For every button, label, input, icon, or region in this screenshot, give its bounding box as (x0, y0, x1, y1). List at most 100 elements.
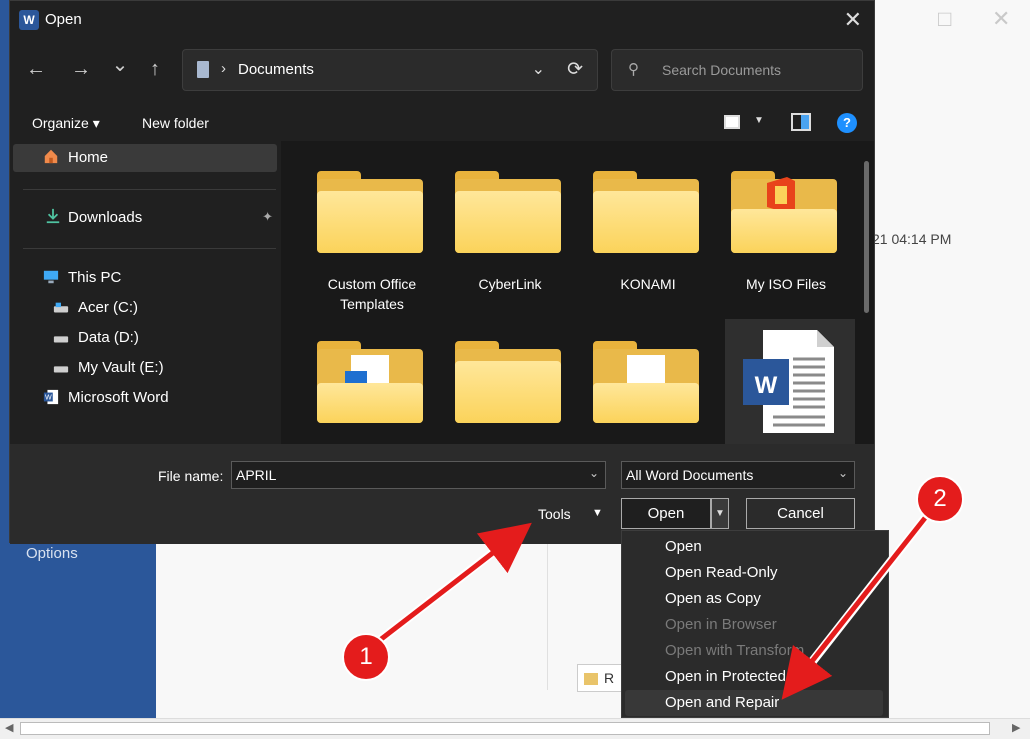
file-type-value: All Word Documents (626, 467, 754, 483)
menu-item-open-in-browser: Open in Browser (622, 612, 888, 638)
sidebar-item-label: Home (68, 149, 109, 166)
menu-item-label: Open and Repair (665, 694, 780, 711)
backstage-divider (547, 540, 548, 690)
open-dialog: W Open ✕ ← → ⌄ ↑ › Documents ⌄ ⟳ ⚲ Searc… (9, 0, 875, 544)
pc-icon (43, 270, 59, 284)
breadcrumb-documents[interactable]: Documents (238, 61, 314, 78)
sidebar-item-microsoft-word[interactable]: W Microsoft Word (13, 384, 277, 412)
open-split-dropdown-button[interactable]: ▼ (711, 498, 729, 529)
word-icon: W (43, 389, 59, 405)
pin-icon[interactable]: ✦ (262, 209, 273, 225)
menu-item-open[interactable]: Open (622, 534, 888, 560)
folder-label-line-1: Custom Office (327, 276, 417, 292)
menu-item-label: Open as Copy (665, 590, 761, 607)
folder-konami[interactable]: KONAMI (583, 141, 713, 311)
menu-item-label: Open in Browser (665, 616, 777, 633)
folder-custom-office-templates[interactable]: Custom Office Templates (307, 141, 437, 314)
file-name-input[interactable]: APRIL ⌄ (231, 461, 606, 489)
file-type-select[interactable]: All Word Documents ⌄ (621, 461, 855, 489)
folder-icon (455, 171, 561, 253)
close-icon[interactable]: ✕ (992, 6, 1010, 32)
folder-label: KONAMI (620, 276, 676, 292)
home-icon (44, 149, 58, 164)
file-name-value: APRIL (236, 467, 277, 483)
sidebar-item-this-pc[interactable]: This PC (13, 264, 277, 292)
folder-icon (731, 171, 837, 253)
menu-item-open-with-transform: Open with Transform (622, 638, 888, 664)
minimize-icon[interactable]: □ (938, 6, 951, 32)
dialog-titlebar: W Open ✕ (10, 1, 874, 39)
chevron-down-icon[interactable]: ⌄ (838, 466, 848, 480)
organize-button[interactable]: Organize ▾ (32, 115, 100, 132)
command-bar: Organize ▾ New folder ▼ ? (10, 101, 874, 141)
open-button[interactable]: Open (621, 498, 711, 529)
sidebar-item-label: Data (D:) (78, 329, 139, 346)
folder-icon (455, 341, 561, 423)
menu-item-open-and-repair[interactable]: Open and Repair (625, 690, 883, 716)
dialog-footer: File name: APRIL ⌄ All Word Documents ⌄ … (10, 444, 874, 544)
folder-my-iso-files[interactable]: My ISO Files (721, 141, 851, 311)
tools-caret-icon[interactable]: ▼ (592, 507, 603, 519)
up-button[interactable]: ↑ (143, 57, 167, 81)
horizontal-scrollbar[interactable]: ◀ ▶ (0, 718, 1030, 739)
recent-locations-button[interactable]: ⌄ (108, 53, 132, 77)
sidebar-item-home[interactable]: Home (13, 144, 277, 172)
menu-item-open-as-copy[interactable]: Open as Copy (622, 586, 888, 612)
preview-pane-icon[interactable] (791, 113, 811, 131)
svg-text:W: W (45, 394, 52, 402)
download-icon (46, 208, 60, 224)
word-app-icon: W (19, 10, 39, 30)
backstage-options-link[interactable]: Options (26, 545, 78, 562)
folder-label: CyberLink (478, 276, 542, 292)
sidebar-item-downloads[interactable]: Downloads ✦ (13, 204, 277, 232)
tools-button[interactable]: Tools (538, 506, 571, 522)
folder-cyberlink[interactable]: CyberLink (445, 141, 575, 311)
folder-icon (593, 171, 699, 253)
navigation-pane: Home Downloads ✦ This PC Acer (C:) Data … (10, 141, 281, 444)
sidebar-item-data-d[interactable]: Data (D:) (13, 324, 277, 352)
folder-icon (317, 171, 423, 253)
step-1-badge: 1 (342, 633, 390, 681)
new-folder-button[interactable]: New folder (142, 115, 209, 131)
word-document-april[interactable]: W (725, 319, 855, 444)
menu-item-open-read-only[interactable]: Open Read-Only (622, 560, 888, 586)
recover-button-label: R (604, 670, 615, 686)
menu-item-label: Open (665, 538, 702, 555)
refresh-icon[interactable]: ⟳ (567, 58, 583, 81)
chevron-down-icon[interactable]: ⌄ (589, 466, 599, 480)
search-box[interactable]: ⚲ Search Documents (611, 49, 863, 91)
menu-item-open-in-protected-view[interactable]: Open in Protected View (622, 664, 888, 690)
sidebar-item-acer-c[interactable]: Acer (C:) (13, 294, 277, 322)
vertical-scrollbar[interactable] (864, 161, 869, 313)
view-options-icon[interactable] (724, 115, 740, 129)
help-icon[interactable]: ? (837, 113, 857, 133)
cancel-button[interactable]: Cancel (746, 498, 855, 529)
drive-icon (53, 302, 69, 313)
scroll-right-icon[interactable]: ▶ (1012, 721, 1020, 734)
folder-label: Custom Office Templates (307, 274, 437, 314)
folder-documents-thumbnail[interactable] (307, 311, 437, 444)
sidebar-divider (23, 248, 276, 249)
sidebar-divider (23, 189, 276, 190)
folder-plain[interactable] (445, 311, 575, 444)
view-dropdown-icon[interactable]: ▼ (754, 115, 764, 126)
search-icon: ⚲ (628, 61, 639, 78)
recover-button[interactable]: R (577, 664, 627, 692)
forward-button[interactable]: → (69, 57, 93, 81)
word-doc-letter: W (754, 372, 778, 399)
back-button[interactable]: ← (24, 57, 48, 81)
scroll-left-icon[interactable]: ◀ (5, 721, 13, 734)
dialog-close-button[interactable]: ✕ (844, 7, 862, 33)
folder-icon (593, 341, 699, 423)
folder-with-file[interactable] (583, 311, 713, 444)
address-bar[interactable]: › Documents ⌄ ⟳ (182, 49, 598, 91)
step-2-badge: 2 (916, 475, 964, 523)
sidebar-item-my-vault-e[interactable]: My Vault (E:) (13, 354, 277, 382)
search-input[interactable]: Search Documents (662, 62, 781, 78)
folder-icon (584, 673, 598, 686)
navigation-bar: ← → ⌄ ↑ › Documents ⌄ ⟳ ⚲ Search Documen… (10, 39, 874, 101)
sidebar-item-label: Downloads (68, 209, 143, 226)
scroll-track[interactable] (20, 722, 990, 735)
address-dropdown-icon[interactable]: ⌄ (532, 59, 545, 79)
file-list: Custom Office Templates CyberLink KONAMI… (281, 141, 874, 444)
